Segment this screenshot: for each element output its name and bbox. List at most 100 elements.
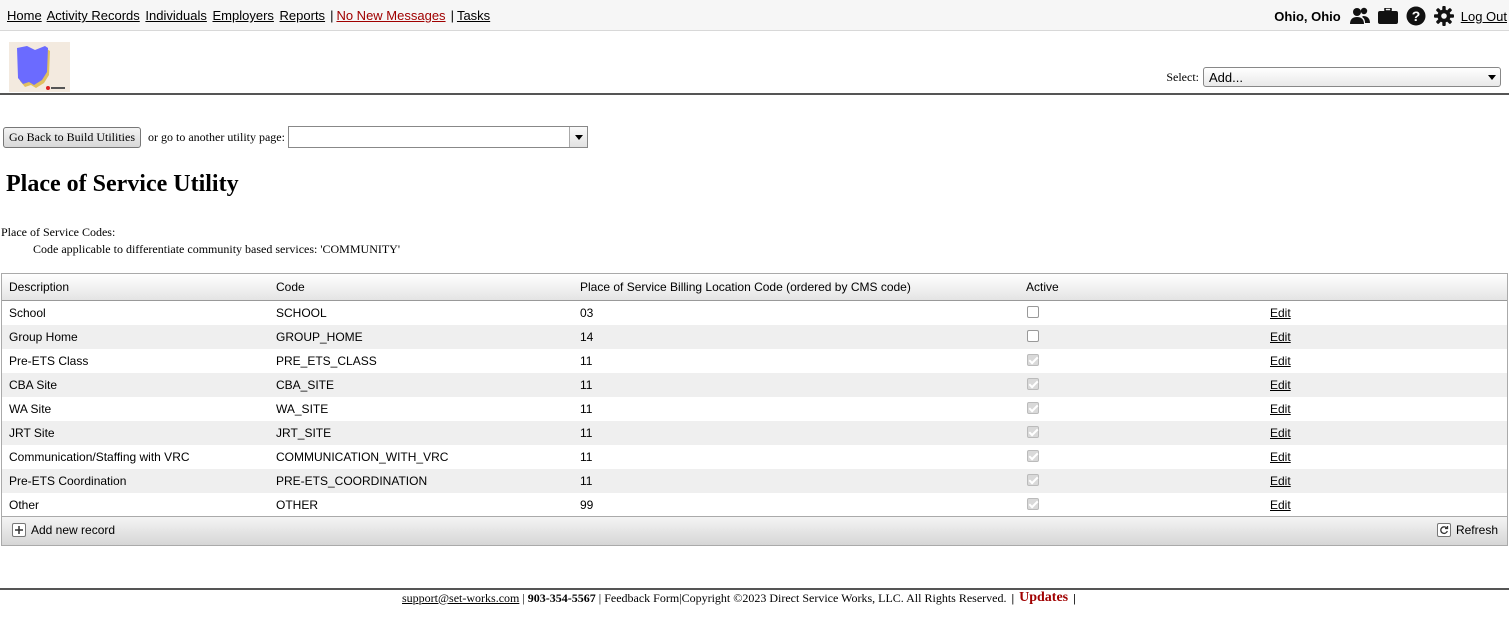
add-record-label: Add new record [31,523,116,537]
cell-code: GROUP_HOME [276,330,363,344]
footer-separator: | [598,590,602,605]
cell-billing-location: 11 [580,354,593,368]
cell-billing-location: 11 [580,402,593,416]
utility-page-label: or go to another utility page: [148,129,285,144]
cell-code: WA_SITE [276,402,329,416]
ohio-logo [9,42,70,92]
utility-bar: Go Back to Build Utilities or go to anot… [3,126,588,148]
cell-code: OTHER [276,498,318,512]
edit-link[interactable]: Edit [1270,330,1291,344]
table-row: CBA Site CBA_SITE 11 Edit [2,373,1507,397]
table-row: Other OTHER 99 Edit [2,493,1507,517]
edit-link[interactable]: Edit [1270,402,1291,416]
active-checkbox [1027,306,1039,318]
page-footer: support@set-works.com | 903-354-5567 | F… [0,588,1509,605]
updates-link[interactable]: Updates [1019,590,1068,606]
briefcase-icon[interactable] [1377,5,1399,27]
table-row: WA Site WA_SITE 11 Edit [2,397,1507,421]
top-nav: Home Activity Records Individuals Employ… [0,0,1509,31]
cell-description: Other [9,498,40,512]
add-select[interactable]: Add... [1203,67,1501,87]
nav-links: Home Activity Records Individuals Employ… [7,8,492,23]
grid-footer: Add new record Refresh [2,516,1507,545]
column-header-code[interactable]: Code [276,274,305,300]
codes-heading: Place of Service Codes: [1,225,116,239]
grid-body: School SCHOOL 03 Edit Group Home GROUP_HOME 14… [2,301,1507,517]
edit-link[interactable]: Edit [1270,498,1291,512]
page-title: Place of Service Utility [6,171,239,197]
cell-billing-location: 03 [580,306,594,320]
feedback-form-link[interactable]: Feedback Form [604,591,679,606]
cell-code: PRE-ETS_COORDINATION [276,474,428,488]
column-header-active[interactable]: Active [1026,274,1059,300]
chevron-down-icon[interactable] [568,127,587,147]
active-checkbox [1027,354,1039,366]
active-checkbox [1027,330,1039,342]
help-icon[interactable]: ? [1405,5,1427,27]
footer-separator: | [1073,590,1076,605]
utility-page-select[interactable] [287,126,588,148]
gear-icon[interactable] [1433,5,1455,27]
grid-header: Description Code Place of Service Billin… [2,274,1507,301]
user-area: Ohio, Ohio ? Log Out [1274,5,1509,27]
cell-code: SCHOOL [276,306,327,320]
cell-code: CBA_SITE [276,378,335,392]
cell-billing-location: 14 [580,330,594,344]
nav-tasks-link[interactable]: Tasks [457,8,490,23]
footer-separator: | [522,590,525,605]
edit-link[interactable]: Edit [1270,354,1291,368]
nav-messages-link[interactable]: No New Messages [336,8,445,23]
active-checkbox [1027,426,1039,438]
nav-home-link[interactable]: Home [7,8,42,23]
go-back-button[interactable]: Go Back to Build Utilities [3,126,141,148]
cell-description: School [9,306,46,320]
cell-billing-location: 99 [580,498,594,512]
cell-description: Pre-ETS Coordination [9,474,127,488]
service-codes-info: Place of Service Codes: Code applicable … [1,224,400,258]
nav-individuals-link[interactable]: Individuals [145,8,206,23]
column-header-description[interactable]: Description [9,274,69,300]
edit-link[interactable]: Edit [1270,474,1291,488]
active-checkbox [1027,450,1039,462]
column-header-billing-location[interactable]: Place of Service Billing Location Code (… [580,274,911,300]
active-checkbox [1027,474,1039,486]
cell-description: JRT Site [9,426,55,440]
edit-link[interactable]: Edit [1270,378,1291,392]
edit-link[interactable]: Edit [1270,450,1291,464]
nav-employers-link[interactable]: Employers [212,8,273,23]
cell-description: CBA Site [9,378,58,392]
table-row: JRT Site JRT_SITE 11 Edit [2,421,1507,445]
people-icon[interactable] [1349,5,1371,27]
copyright-text: Copyright ©2023 Direct Service Works, LL… [681,590,1007,605]
place-of-service-grid: Description Code Place of Service Billin… [1,273,1508,546]
refresh-button[interactable]: Refresh [1436,523,1498,537]
cell-code: COMMUNICATION_WITH_VRC [276,450,449,464]
user-name: Ohio, Ohio [1274,8,1341,24]
logout-link[interactable]: Log Out [1461,9,1507,24]
plus-icon [12,523,26,537]
refresh-label: Refresh [1455,523,1498,537]
footer-separator: | [1011,590,1015,605]
active-checkbox [1027,498,1039,510]
cell-code: JRT_SITE [276,426,332,440]
nav-separator: | [330,8,334,23]
table-row: Pre-ETS Class PRE_ETS_CLASS 11 Edit [2,349,1507,373]
active-checkbox [1027,378,1039,390]
nav-reports-link[interactable]: Reports [280,8,326,23]
footer-content: support@set-works.com | 903-354-5567 | F… [402,590,1076,606]
cell-description: Group Home [9,330,78,344]
header: Select: Add... [0,31,1509,95]
nav-activity-records-link[interactable]: Activity Records [47,8,140,23]
edit-link[interactable]: Edit [1270,426,1291,440]
nav-separator: | [450,8,454,23]
support-email-link[interactable]: support@set-works.com [402,591,519,606]
add-select-area: Select: Add... [1166,67,1501,87]
cell-billing-location: 11 [580,426,593,440]
table-row: Communication/Staffing with VRC COMMUNICA… [2,445,1507,469]
cell-description: WA Site [9,402,52,416]
svg-text:?: ? [1411,8,1420,24]
edit-link[interactable]: Edit [1270,306,1291,320]
cell-billing-location: 11 [580,474,593,488]
add-record-button[interactable]: Add new record [12,523,115,537]
select-label: Select: [1166,69,1199,84]
